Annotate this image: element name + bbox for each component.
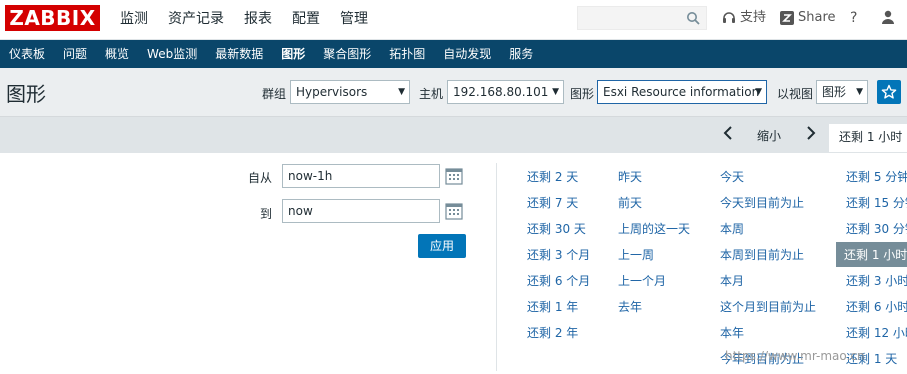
tab-time-range[interactable]: 还剩 1 小时 xyxy=(828,123,907,153)
submenu-latest-data[interactable]: 最新数据 xyxy=(206,40,272,68)
submenu-dashboard[interactable]: 仪表板 xyxy=(0,40,54,68)
calendar-icon[interactable] xyxy=(445,167,463,185)
menu-reports[interactable]: 报表 xyxy=(234,0,282,40)
quick-range-link[interactable]: 还剩 1 年 xyxy=(527,298,578,315)
submenu-graphs[interactable]: 图形 xyxy=(272,40,314,68)
chevron-right-icon[interactable] xyxy=(805,125,817,141)
page-title: 图形 xyxy=(6,82,46,106)
from-label: 自从 xyxy=(248,171,273,185)
calendar-icon[interactable] xyxy=(445,202,463,220)
sub-menu: 仪表板 问题 概览 Web监测 最新数据 图形 聚合图形 拓扑图 自动发现 服务 xyxy=(0,40,907,68)
menu-inventory[interactable]: 资产记录 xyxy=(158,0,234,40)
host-label: 主机 xyxy=(419,87,444,101)
group-value: Hypervisors xyxy=(296,85,368,99)
menu-configuration[interactable]: 配置 xyxy=(282,0,330,40)
view-value: 图形 xyxy=(822,85,847,99)
support-label: 支持 xyxy=(740,10,767,25)
group-label: 群组 xyxy=(262,87,287,101)
submenu-overview[interactable]: 概览 xyxy=(96,40,138,68)
star-icon xyxy=(881,84,897,99)
quick-range-link[interactable]: 本月 xyxy=(720,272,744,289)
quick-range-link[interactable]: 还剩 7 天 xyxy=(527,194,578,211)
help-icon: ? xyxy=(850,10,858,26)
quick-range-link[interactable]: 本周 xyxy=(720,220,744,237)
quick-range-link[interactable]: 还剩 3 小时 xyxy=(846,272,907,289)
menu-administration[interactable]: 管理 xyxy=(330,0,378,40)
chevron-left-icon[interactable] xyxy=(722,125,734,141)
quick-range-link[interactable]: 还剩 30 分钟 xyxy=(846,220,907,237)
chevron-down-icon: ▼ xyxy=(552,87,559,97)
from-input[interactable]: now-1h xyxy=(282,164,440,188)
search-box xyxy=(577,6,707,30)
zoom-out-button[interactable]: 缩小 xyxy=(757,127,781,144)
headset-icon xyxy=(723,12,735,23)
quick-range-link[interactable]: 去年 xyxy=(618,298,642,315)
graph-value: Esxi Resource information xyxy=(603,85,760,99)
view-select[interactable]: 图形 ▼ xyxy=(816,80,868,104)
quick-range-link[interactable]: 本周到目前为止 xyxy=(720,246,804,263)
zabbix-logo[interactable]: ZABBIX xyxy=(5,5,100,31)
quick-range-link[interactable]: 昨天 xyxy=(618,168,642,185)
quick-range-link[interactable]: 还剩 30 天 xyxy=(527,220,586,237)
share-label: Share xyxy=(798,10,836,25)
quick-range-link[interactable]: 今天 xyxy=(720,168,744,185)
quick-range-link[interactable]: 还剩 5 分钟 xyxy=(846,168,907,185)
host-value: 192.168.80.101 xyxy=(453,85,549,99)
divider xyxy=(496,163,497,371)
submenu-web[interactable]: Web监测 xyxy=(138,40,206,68)
time-tabs-bar: 缩小 还剩 1 小时 xyxy=(0,116,907,153)
quick-range-link[interactable]: 这个月到目前为止 xyxy=(720,298,816,315)
graph-select[interactable]: Esxi Resource information ▼ xyxy=(597,80,767,104)
quick-range-link[interactable]: 上一周 xyxy=(618,246,654,263)
host-select[interactable]: 192.168.80.101 ▼ xyxy=(447,80,564,104)
submenu-discovery[interactable]: 自动发现 xyxy=(434,40,500,68)
quick-range-link[interactable]: 上周的这一天 xyxy=(618,220,690,237)
quick-range-link[interactable]: 还剩 15 分钟 xyxy=(846,194,907,211)
share-link[interactable]: Share xyxy=(780,0,836,36)
graph-label: 图形 xyxy=(570,87,595,101)
top-bar: ZABBIX 监测 资产记录 报表 配置 管理 支持 Share ? xyxy=(0,0,907,40)
page-header: 图形 群组 Hypervisors ▼ 主机 192.168.80.101 ▼ … xyxy=(0,68,907,116)
quick-range-link[interactable]: 还剩 3 个月 xyxy=(527,246,590,263)
support-link[interactable]: 支持 xyxy=(722,0,766,36)
favorite-button[interactable] xyxy=(877,80,901,104)
quick-range-link[interactable]: 还剩 6 小时 xyxy=(846,298,907,315)
share-z-icon xyxy=(780,11,794,25)
watermark-text: https://www.mr-mao.cn xyxy=(725,349,865,363)
submenu-screens[interactable]: 聚合图形 xyxy=(314,40,380,68)
quick-range-link[interactable]: 上一个月 xyxy=(618,272,666,289)
quick-range-link[interactable]: 前天 xyxy=(618,194,642,211)
group-select[interactable]: Hypervisors ▼ xyxy=(290,80,410,104)
submenu-services[interactable]: 服务 xyxy=(500,40,542,68)
time-panel: 自从 now-1h 到 now 应用 还剩 2 天 还剩 7 天 还剩 30 天… xyxy=(0,152,907,374)
search-input[interactable] xyxy=(578,7,678,29)
quick-range-link[interactable]: 本年 xyxy=(720,324,744,341)
quick-range-link[interactable]: 今天到目前为止 xyxy=(720,194,804,211)
quick-range-link[interactable]: 还剩 12 小时 xyxy=(846,324,907,341)
chevron-down-icon: ▼ xyxy=(856,87,863,97)
submenu-maps[interactable]: 拓扑图 xyxy=(380,40,434,68)
view-label: 以视图 xyxy=(777,87,814,101)
submenu-problems[interactable]: 问题 xyxy=(54,40,96,68)
search-icon[interactable] xyxy=(686,11,700,25)
user-profile-icon[interactable] xyxy=(881,10,895,24)
menu-monitoring[interactable]: 监测 xyxy=(110,0,158,40)
apply-button[interactable]: 应用 xyxy=(418,234,466,258)
quick-range-link-selected[interactable]: 还剩 1 小时 xyxy=(836,242,907,267)
quick-range-link[interactable]: 还剩 6 个月 xyxy=(527,272,590,289)
help-button[interactable]: ? xyxy=(850,0,857,36)
quick-range-link[interactable]: 还剩 2 天 xyxy=(527,168,578,185)
main-menu: 监测 资产记录 报表 配置 管理 xyxy=(110,0,378,40)
quick-range-link[interactable]: 还剩 2 年 xyxy=(527,324,578,341)
chevron-down-icon: ▼ xyxy=(755,87,762,97)
to-label: 到 xyxy=(260,207,273,221)
chevron-down-icon: ▼ xyxy=(398,87,405,97)
to-input[interactable]: now xyxy=(282,199,440,223)
